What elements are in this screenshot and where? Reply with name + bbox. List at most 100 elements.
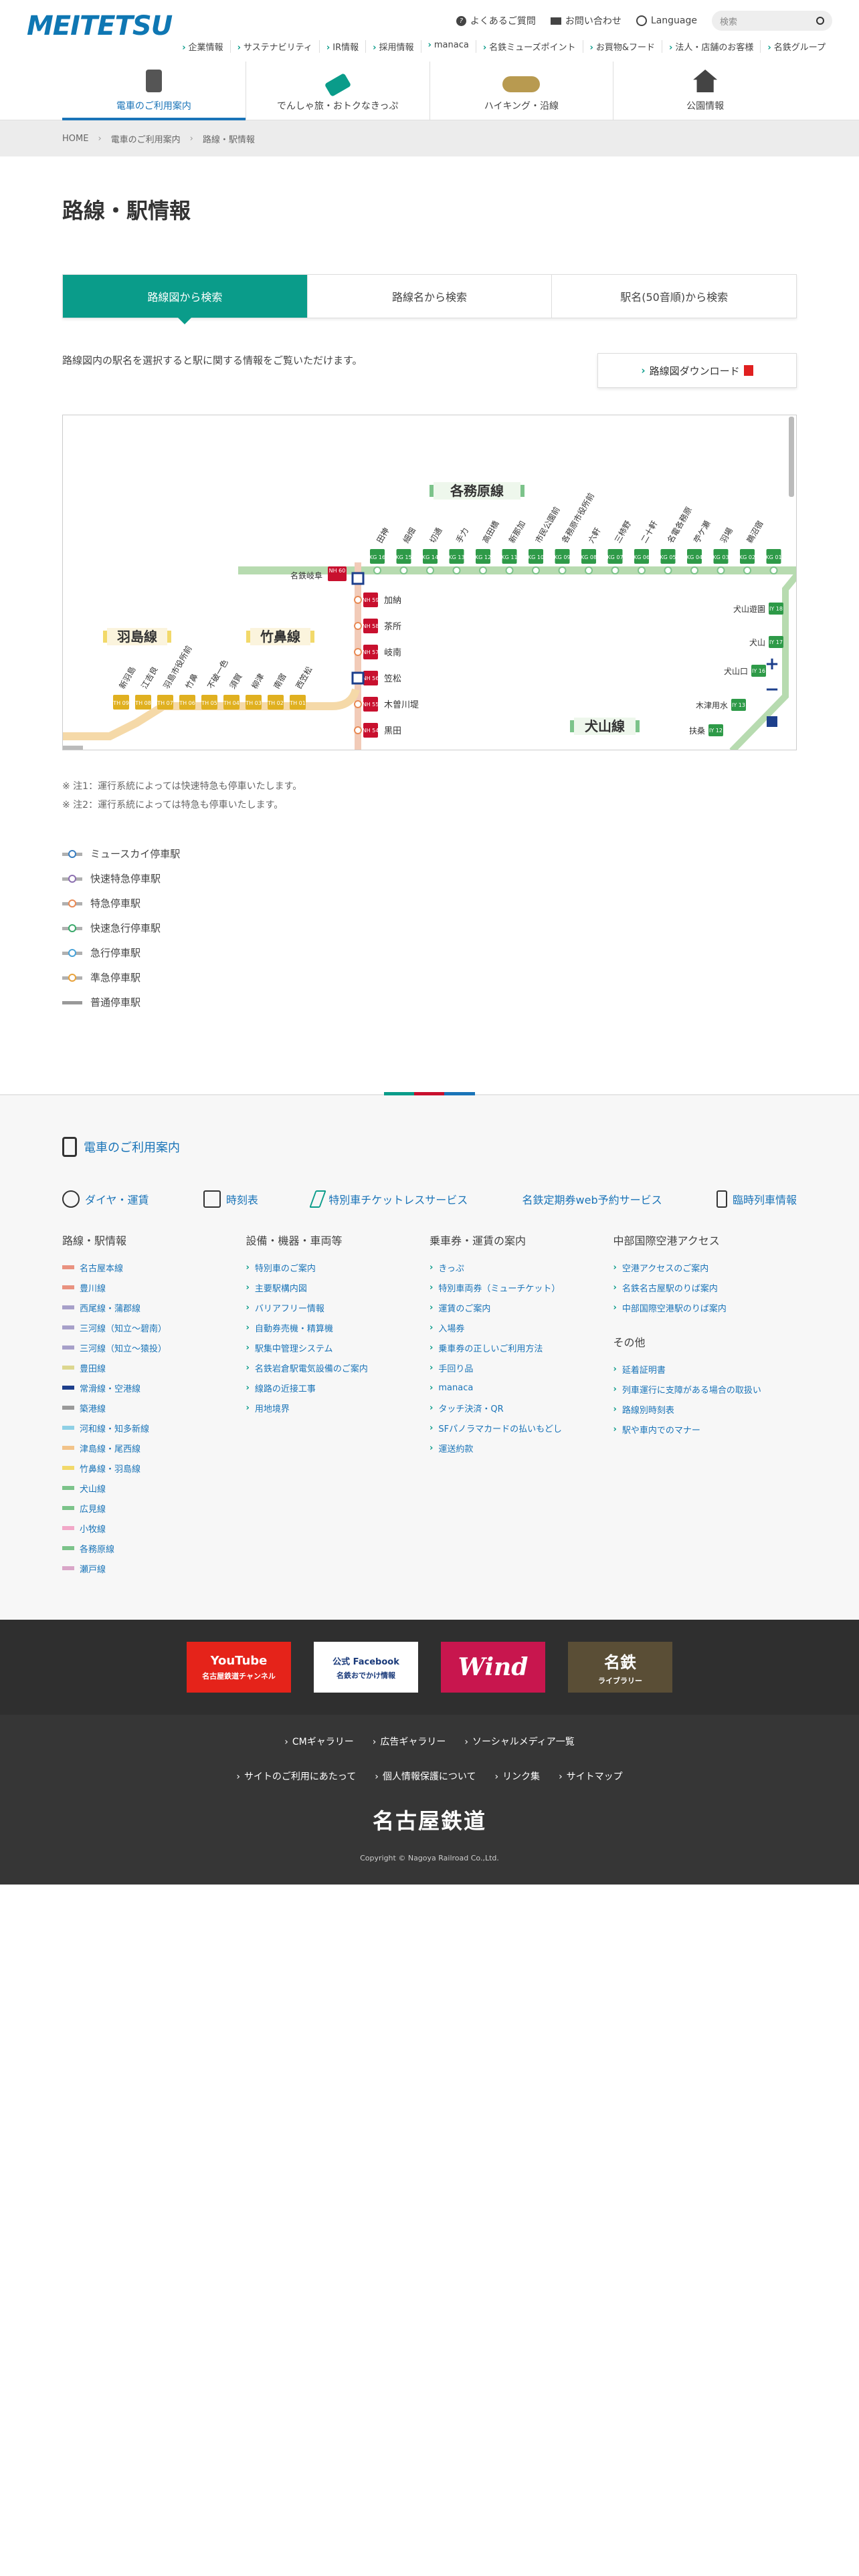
- sns-banner[interactable]: Wind: [441, 1642, 545, 1693]
- kasamatsu-junction-marker[interactable]: [351, 671, 365, 685]
- footer-line-link[interactable]: 三河線（知立〜猿投）: [62, 1337, 246, 1358]
- footer-line-link[interactable]: 津島線・尾西線: [62, 1438, 246, 1458]
- station-name[interactable]: 切通: [427, 526, 444, 545]
- quick-timetable[interactable]: 時刻表: [203, 1190, 258, 1208]
- subnav-muse-point[interactable]: 名鉄ミューズポイント: [475, 40, 583, 53]
- station-marker[interactable]: [717, 566, 725, 574]
- footer-bottom-link[interactable]: サイトマップ: [559, 1769, 623, 1783]
- station-name[interactable]: 犬山遊園: [733, 604, 765, 614]
- quick-special-trains[interactable]: 臨時列車情報: [716, 1190, 797, 1208]
- subnav-sustainability[interactable]: サステナビリティ: [229, 40, 319, 53]
- footer-link[interactable]: 手回り品: [430, 1358, 613, 1378]
- footer-link[interactable]: バリアフリー情報: [246, 1297, 430, 1317]
- footer-bottom-link[interactable]: 個人情報保護について: [375, 1769, 476, 1783]
- station-name[interactable]: 江吉良: [139, 665, 160, 691]
- meigifu-station-marker[interactable]: [351, 572, 365, 585]
- kakamigahara-line-title[interactable]: 各務原線: [450, 483, 504, 499]
- footer-line-link[interactable]: 築港線: [62, 1398, 246, 1418]
- route-map[interactable]: 各務原線 KG 16 田神 KG 15 細畑 KG 14 切通 KG 13 手力 KG 12 高田…: [62, 415, 797, 750]
- footer-link[interactable]: 駅集中管理システム: [246, 1337, 430, 1358]
- footer-bottom-link[interactable]: 広告ギャラリー: [373, 1735, 446, 1748]
- station-name[interactable]: 市民公園前: [533, 505, 562, 544]
- subnav-corporate[interactable]: 企業情報: [175, 40, 229, 53]
- footer-link[interactable]: 自動券売機・精算機: [246, 1317, 430, 1337]
- footer-link[interactable]: 用地境界: [246, 1398, 430, 1418]
- station-name[interactable]: 不破一色: [205, 657, 230, 690]
- station-name[interactable]: 鵜沼宿: [745, 519, 765, 545]
- gnav-hiking[interactable]: ハイキング・沿線: [429, 62, 613, 120]
- reset-view-button[interactable]: [767, 716, 777, 727]
- station-marker[interactable]: [638, 566, 646, 574]
- station-name[interactable]: 柳津: [250, 672, 266, 691]
- inuyama-line-title[interactable]: 犬山線: [585, 718, 625, 734]
- station-name[interactable]: 犬山口: [724, 667, 748, 676]
- tab-station-kana[interactable]: 駅名(50音順)から検索: [551, 275, 796, 318]
- station-name[interactable]: 細畑: [401, 526, 417, 545]
- map-hscrollbar[interactable]: [63, 746, 83, 750]
- footer-line-link[interactable]: 小牧線: [62, 1518, 246, 1538]
- footer-line-link[interactable]: 河和線・知多新線: [62, 1418, 246, 1438]
- footer-line-link[interactable]: 豊田線: [62, 1358, 246, 1378]
- station-name[interactable]: 犬山: [749, 638, 765, 647]
- station-marker[interactable]: [452, 566, 461, 574]
- station-marker[interactable]: [585, 566, 593, 574]
- footer-link[interactable]: 列車運行に支障がある場合の取扱い: [613, 1379, 797, 1399]
- footer-line-link[interactable]: 豊川線: [62, 1277, 246, 1297]
- footer-link[interactable]: 主要駅構内図: [246, 1277, 430, 1297]
- footer-bottom-link[interactable]: サイトのご利用にあたって: [236, 1769, 356, 1783]
- gnav-train-guide[interactable]: 電車のご利用案内: [62, 62, 246, 120]
- station-marker[interactable]: [479, 566, 487, 574]
- map-scrollbar[interactable]: [789, 417, 794, 497]
- tab-line-name[interactable]: 路線名から検索: [306, 275, 552, 318]
- footer-link[interactable]: 延着証明書: [613, 1359, 797, 1379]
- zoom-out-button[interactable]: −: [765, 679, 779, 700]
- station-name[interactable]: 扶桑: [689, 726, 705, 736]
- station-marker[interactable]: [354, 700, 362, 708]
- station-name[interactable]: 高田橋: [480, 519, 501, 545]
- footer-link[interactable]: きっぷ: [430, 1257, 613, 1277]
- footer-bottom-link[interactable]: ソーシャルメディア一覧: [464, 1735, 575, 1748]
- station-marker[interactable]: [769, 566, 778, 574]
- station-name[interactable]: 西笠松: [294, 665, 314, 691]
- corporate-logo[interactable]: 名古屋鉄道: [0, 1804, 859, 1835]
- footer-line-link[interactable]: 常滑線・空港線: [62, 1378, 246, 1398]
- station-marker[interactable]: [532, 566, 540, 574]
- station-name[interactable]: 手力: [454, 526, 470, 545]
- station-marker[interactable]: [558, 566, 567, 574]
- footer-line-link[interactable]: 広見線: [62, 1498, 246, 1518]
- quick-ticketless[interactable]: 特別車チケットレスサービス: [309, 1190, 468, 1208]
- takehana-line-title[interactable]: 竹鼻線: [260, 629, 300, 645]
- gnav-tickets[interactable]: でんしゃ旅・おトクなきっぷ: [245, 62, 430, 120]
- station-name[interactable]: 羽場: [719, 526, 735, 545]
- footer-line-link[interactable]: 瀬戸線: [62, 1558, 246, 1578]
- station-name[interactable]: 田神: [375, 526, 391, 545]
- footer-link[interactable]: 路線別時刻表: [613, 1399, 797, 1419]
- subnav-ir[interactable]: IR情報: [318, 40, 365, 53]
- footer-line-link[interactable]: 犬山線: [62, 1478, 246, 1498]
- footer-link[interactable]: SFパノラマカードの払いもどし: [430, 1418, 613, 1438]
- footer-link[interactable]: 乗車券の正しいご利用方法: [430, 1337, 613, 1358]
- footer-line-link[interactable]: 各務原線: [62, 1538, 246, 1558]
- sns-banner[interactable]: YouTube 名古屋鉄道チャンネル: [187, 1642, 291, 1693]
- station-name[interactable]: 木津用水: [696, 701, 728, 710]
- footer-line-link[interactable]: 竹鼻線・羽島線: [62, 1458, 246, 1478]
- footer-bottom-link[interactable]: CMギャラリー: [284, 1735, 354, 1748]
- quick-commuter-pass[interactable]: 名鉄定期券web予約サービス: [522, 1191, 662, 1207]
- station-name[interactable]: 加納: [384, 596, 401, 606]
- footer-link[interactable]: 駅や車内でのマナー: [613, 1419, 797, 1439]
- footer-link[interactable]: 空港アクセスのご案内: [613, 1257, 797, 1277]
- footer-link[interactable]: 入場券: [430, 1317, 613, 1337]
- station-marker[interactable]: [743, 566, 751, 574]
- footer-line-link[interactable]: 名古屋本線: [62, 1257, 246, 1277]
- tab-route-map[interactable]: 路線図から検索: [63, 275, 307, 324]
- search-input[interactable]: 検索: [712, 11, 832, 31]
- station-name[interactable]: 苧ケ瀬: [692, 519, 712, 544]
- search-icon[interactable]: [816, 17, 824, 25]
- station-marker[interactable]: [354, 726, 362, 734]
- station-marker[interactable]: [505, 566, 514, 574]
- footer-link[interactable]: 特別車のご案内: [246, 1257, 430, 1277]
- station-meigifu[interactable]: 名鉄岐阜: [290, 570, 322, 580]
- zoom-in-button[interactable]: +: [765, 654, 779, 674]
- language-link[interactable]: Language: [636, 15, 697, 26]
- gnav-parks[interactable]: 公園情報: [613, 62, 797, 120]
